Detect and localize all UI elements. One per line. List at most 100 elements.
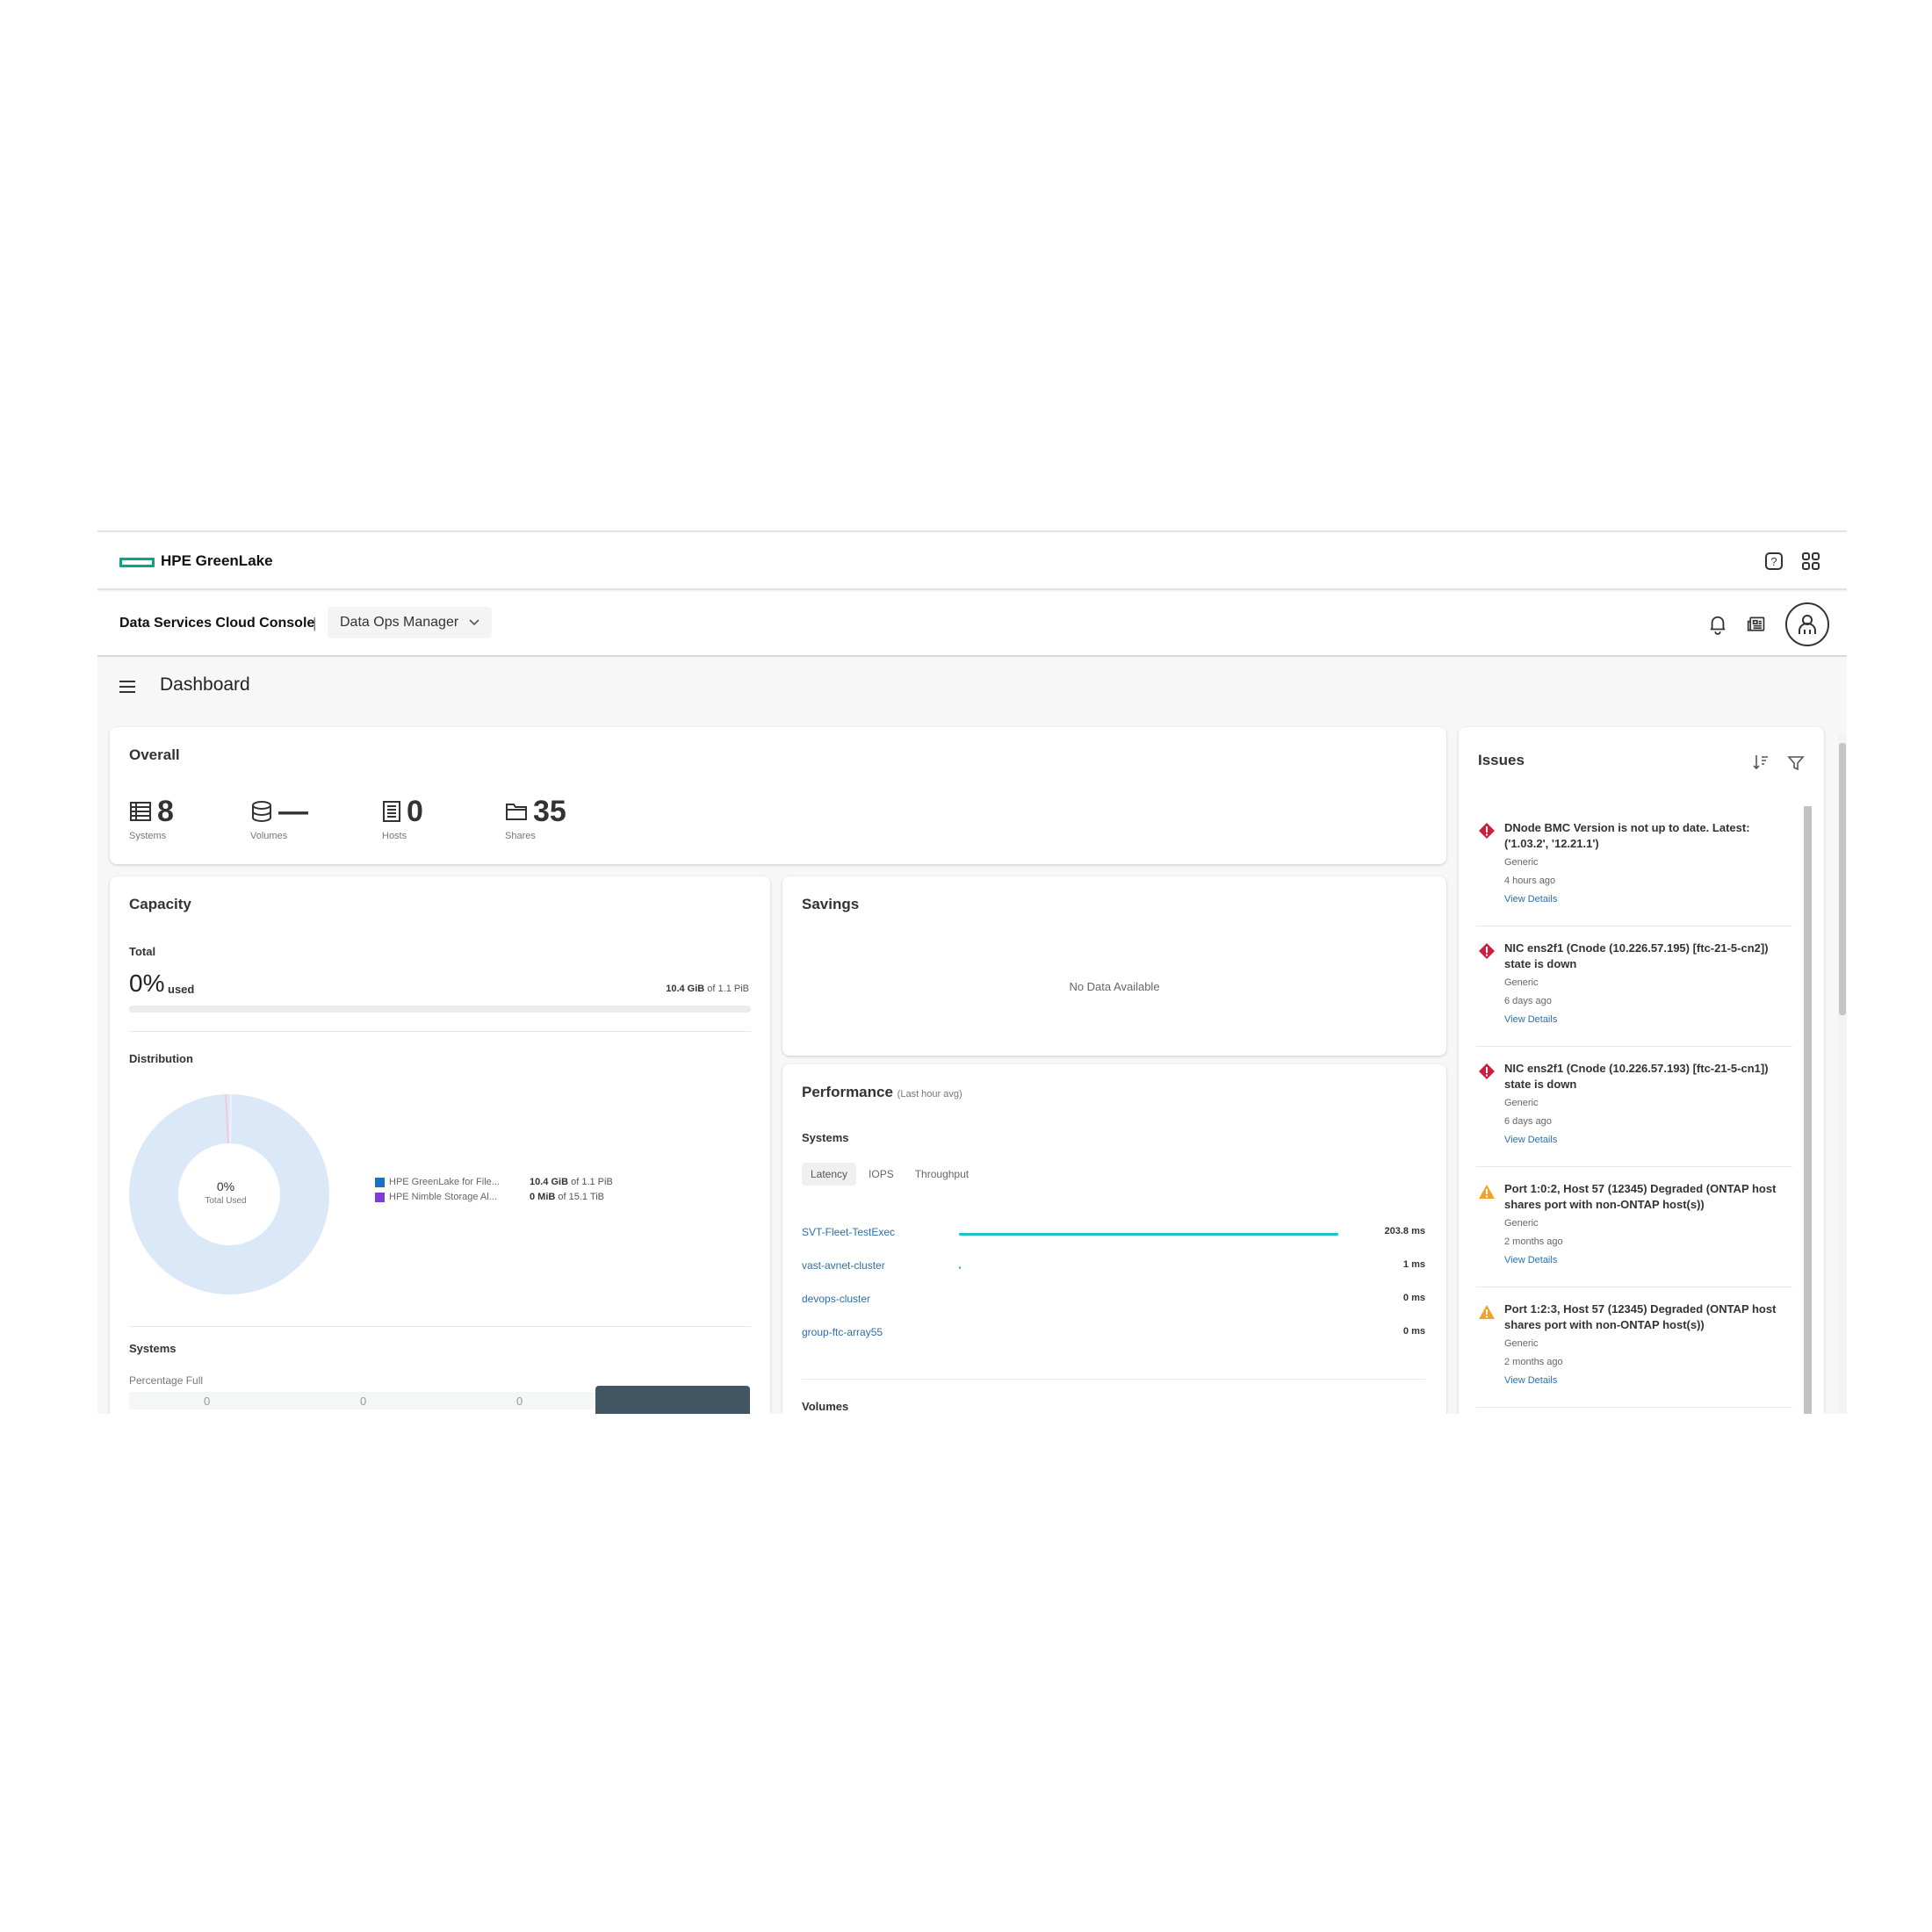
tab-iops[interactable]: IOPS (860, 1163, 903, 1186)
performance-row[interactable]: SVT-Fleet-TestExec 203.8 ms (802, 1226, 1425, 1244)
stat-systems[interactable]: 8 Systems (129, 796, 174, 841)
performance-system-link[interactable]: group-ftc-array55 (802, 1326, 883, 1338)
issues-scrollbar[interactable] (1804, 806, 1812, 1414)
issues-scrollbar-thumb[interactable] (1804, 806, 1812, 1414)
issue-divider (1476, 1407, 1792, 1408)
brand-name[interactable]: HPE GreenLake (161, 552, 273, 570)
issue-category: Generic (1504, 1338, 1539, 1349)
capacity-used-value: 10.4 GiB (666, 984, 705, 994)
performance-title-text: Performance (802, 1084, 893, 1100)
hosts-icon (383, 801, 400, 822)
capacity-title: Capacity (129, 896, 191, 912)
tab-throughput[interactable]: Throughput (906, 1163, 977, 1186)
issue-item[interactable]: Port 1:0:2, Host 57 (12345) Degraded (ON… (1478, 1181, 1794, 1287)
app-grid-icon[interactable] (1801, 551, 1820, 571)
stat-label: Volumes (250, 831, 288, 841)
console-title[interactable]: Data Services Cloud Console (119, 616, 314, 631)
critical-alert-icon (1478, 1063, 1496, 1085)
legend-label: HPE GreenLake for File... (389, 1177, 500, 1187)
legend-item[interactable]: HPE GreenLake for File... (375, 1177, 500, 1187)
overall-title: Overall (129, 746, 180, 763)
view-details-link[interactable]: View Details (1504, 1255, 1557, 1265)
view-details-link[interactable]: View Details (1504, 1135, 1557, 1145)
page-scrollbar-thumb[interactable] (1839, 743, 1846, 1015)
performance-system-link[interactable]: SVT-Fleet-TestExec (802, 1226, 895, 1238)
issue-title[interactable]: Port 1:0:2, Host 57 (12345) Degraded (ON… (1504, 1181, 1794, 1213)
issue-title[interactable]: Port 1:2:3, Host 57 (12345) Degraded (ON… (1504, 1301, 1794, 1333)
legend-used: 10.4 GiB (530, 1177, 569, 1187)
latency-value: 0 ms (1402, 1326, 1425, 1337)
app-selector-label: Data Ops Manager (340, 615, 459, 630)
performance-row[interactable]: vast-avnet-cluster 1 ms (802, 1259, 1425, 1277)
issue-item[interactable]: Port 1:2:3, Host 57 (12345) Degraded (ON… (1478, 1301, 1794, 1407)
legend-used: 0 MiB (530, 1192, 556, 1202)
issue-title[interactable]: NIC ens2f1 (Cnode (10.226.57.195) [ftc-2… (1504, 941, 1794, 972)
shares-icon (506, 804, 527, 820)
donut-center-label: Total Used (205, 1196, 247, 1206)
hpe-logo[interactable] (119, 558, 155, 567)
latency-bar (959, 1233, 1338, 1236)
issue-title[interactable]: DNode BMC Version is not up to date. Lat… (1504, 820, 1794, 852)
stat-hosts[interactable]: 0 Hosts (382, 796, 423, 841)
menu-icon[interactable] (119, 680, 135, 698)
issue-item[interactable]: NIC ens2f1 (Cnode (10.226.57.193) [ftc-2… (1478, 1061, 1794, 1166)
distribution-donut[interactable] (127, 1092, 331, 1296)
app-window: HPE GreenLake ? Data Services Cloud Cons… (97, 530, 1847, 1414)
performance-system-link[interactable]: devops-cluster (802, 1293, 870, 1305)
performance-row[interactable]: group-ftc-array55 0 ms (802, 1326, 1425, 1344)
issue-title[interactable]: NIC ens2f1 (Cnode (10.226.57.193) [ftc-2… (1504, 1061, 1794, 1092)
legend-item[interactable]: HPE Nimble Storage Al... (375, 1192, 497, 1202)
view-details-link[interactable]: View Details (1504, 1375, 1557, 1386)
latency-bar (959, 1266, 961, 1269)
news-feed-icon[interactable] (1747, 615, 1766, 634)
latency-value: 1 ms (1402, 1259, 1425, 1270)
issue-item[interactable]: NIC ens2f1 (Cnode (10.226.57.195) [ftc-2… (1478, 941, 1794, 1046)
performance-row[interactable]: devops-cluster 0 ms (802, 1293, 1425, 1310)
stat-value: 8 (157, 795, 174, 828)
legend-value: 10.4 GiB of 1.1 PiB (530, 1177, 613, 1187)
performance-system-link[interactable]: vast-avnet-cluster (802, 1259, 885, 1272)
capacity-bar (129, 1006, 751, 1013)
systems-label: Systems (129, 1342, 177, 1355)
capacity-of-text: of 1.1 PiB (707, 984, 749, 994)
system-bar-highlight[interactable] (595, 1386, 750, 1414)
savings-card: Savings No Data Available (782, 876, 1446, 1056)
stat-label: Shares (505, 831, 536, 841)
view-details-link[interactable]: View Details (1504, 894, 1557, 905)
systems-icon (130, 802, 151, 821)
filter-icon[interactable] (1787, 754, 1805, 776)
app-selector[interactable]: Data Ops Manager (328, 607, 493, 638)
notification-bell-icon[interactable] (1708, 615, 1727, 635)
stat-value: 0 (407, 795, 423, 828)
stat-value: 35 (533, 795, 566, 828)
metric-tabs: Latency IOPS Throughput (802, 1163, 977, 1186)
issue-item[interactable]: DNode BMC Version is not up to date. Lat… (1478, 820, 1794, 926)
critical-alert-icon (1478, 822, 1496, 844)
view-details-link[interactable]: View Details (1504, 1014, 1557, 1025)
sort-icon[interactable] (1752, 753, 1770, 775)
stat-volumes[interactable]: — Volumes (250, 796, 308, 841)
page-title: Dashboard (160, 674, 250, 695)
help-icon[interactable]: ? (1764, 551, 1784, 571)
issue-category: Generic (1504, 977, 1539, 988)
performance-card: Performance (Last hour avg) Systems Late… (782, 1064, 1446, 1414)
stat-shares[interactable]: 35 Shares (505, 796, 566, 841)
issue-category: Generic (1504, 857, 1539, 868)
issue-category: Generic (1504, 1218, 1539, 1229)
bar-value: 0 (360, 1395, 367, 1408)
issue-time: 6 days ago (1504, 996, 1552, 1006)
used-word: used (168, 983, 195, 996)
page-scrollbar[interactable] (1838, 734, 1847, 1414)
console-separator: | (313, 615, 317, 631)
issue-category: Generic (1504, 1098, 1539, 1108)
savings-title: Savings (802, 896, 860, 912)
donut-center-value: 0% (216, 1179, 235, 1193)
performance-subtitle: (Last hour avg) (897, 1089, 962, 1099)
distribution-label: Distribution (129, 1052, 193, 1065)
legend-of: of 15.1 TiB (558, 1192, 604, 1202)
stat-label: Hosts (382, 831, 407, 841)
tab-latency[interactable]: Latency (802, 1163, 857, 1186)
user-icon (1799, 615, 1816, 634)
user-avatar[interactable] (1785, 602, 1829, 646)
total-label: Total (129, 945, 156, 958)
